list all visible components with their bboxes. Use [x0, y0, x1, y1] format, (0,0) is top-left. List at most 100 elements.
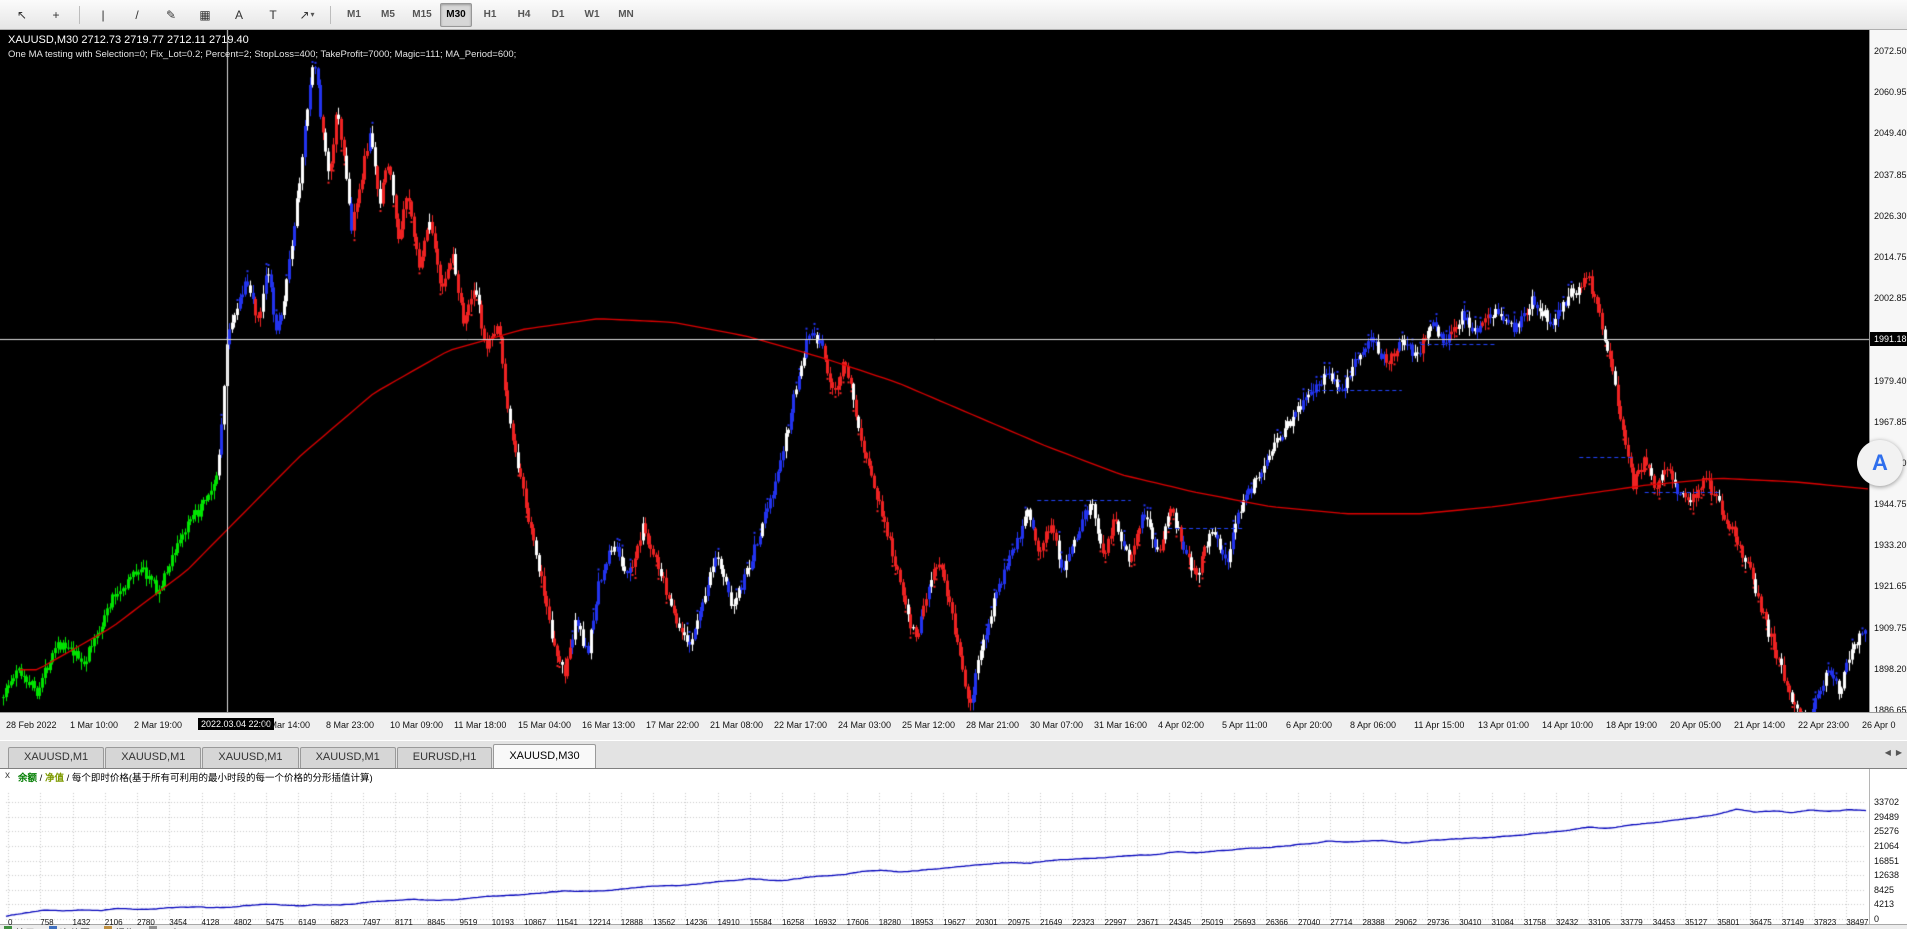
cursor-tool-button[interactable]: ↖ — [6, 3, 38, 27]
tester-y-axis-label: 8425 — [1874, 884, 1895, 895]
time-axis-label: 4 Apr 02:00 — [1158, 720, 1205, 730]
tester-x-axis-label: 16932 — [814, 918, 837, 927]
tester-x-axis-label: 0 — [8, 918, 13, 927]
crosshair-tool-button[interactable]: + — [40, 3, 72, 27]
equity-curve-canvas — [0, 783, 1869, 923]
text-tool-button[interactable]: A — [223, 3, 255, 27]
timeframe-d1-button[interactable]: D1 — [542, 3, 574, 27]
price-axis-label: 2014.75 — [1874, 251, 1907, 262]
time-axis-label: 7 Mar 14:00 — [262, 720, 311, 730]
chart-tab-xauusdm1[interactable]: XAUUSD,M1 — [105, 747, 202, 768]
timeframe-m5-button[interactable]: M5 — [372, 3, 404, 27]
tester-x-axis-label: 36475 — [1749, 918, 1772, 927]
tester-x-axis-label: 27714 — [1330, 918, 1353, 927]
tab-scroll-arrows: ◀ ▶ — [1885, 748, 1902, 757]
time-axis-label: 5 Apr 11:00 — [1222, 720, 1268, 730]
tester-x-axis-label: 25693 — [1233, 918, 1256, 927]
tester-x-axis-label: 8845 — [427, 918, 446, 927]
fibonacci-grid-tool-button[interactable]: ▦ — [189, 3, 221, 27]
tester-x-axis-label: 20301 — [975, 918, 998, 927]
tester-x-axis-label: 6823 — [330, 918, 349, 927]
price-axis-label: 1921.65 — [1874, 581, 1907, 592]
tester-x-axis-label: 26366 — [1265, 918, 1288, 927]
shapes-icon: ↗ — [299, 7, 310, 22]
time-axis-label: 28 Feb 2022 — [6, 720, 57, 730]
shapes-tool-button[interactable]: ↗ ▾ — [291, 3, 323, 27]
tester-y-axis-label: 33702 — [1874, 797, 1900, 807]
tester-x-axis-label: 31758 — [1523, 918, 1546, 927]
draw-icon: ✎ — [165, 7, 177, 22]
time-axis: 28 Feb 2022 1 Mar 10:00 2 Mar 19:00 2022.03… — [0, 712, 1907, 740]
chart-tab-xauusdm1[interactable]: XAUUSD,M1 — [8, 747, 105, 768]
chart-tab-xauusdm30[interactable]: XAUUSD,M30 — [493, 744, 596, 768]
tester-x-axis-label: 37149 — [1781, 918, 1804, 927]
trendline-tool-button[interactable]: / — [121, 3, 153, 27]
chart-tab-xauusdm1[interactable]: XAUUSD,M1 — [202, 747, 299, 768]
time-axis-label: 8 Mar 23:00 — [326, 720, 375, 730]
timeframe-mn-button[interactable]: MN — [610, 3, 642, 27]
price-axis-label: 2060.95 — [1874, 87, 1907, 98]
chart-tab-xauusdm1[interactable]: XAUUSD,M1 — [299, 747, 396, 768]
timeframe-h1-button[interactable]: H1 — [474, 3, 506, 27]
candlestick-chart-canvas[interactable] — [0, 30, 1869, 712]
time-axis-label: 22 Apr 23:00 — [1798, 720, 1850, 730]
tester-y-axis-label: 0 — [1874, 914, 1880, 924]
tester-x-axis-label: 6149 — [298, 918, 317, 927]
time-axis-label: 17 Mar 22:00 — [646, 720, 700, 730]
time-axis-label: 1 Mar 10:00 — [70, 720, 119, 730]
price-axis-label: 2002.85 — [1874, 293, 1907, 304]
tester-x-axis-label: 3454 — [169, 918, 188, 927]
chart-tabbar: XAUUSD,M1 XAUUSD,M1 XAUUSD,M1 XAUUSD,M1 EURU… — [0, 740, 1907, 768]
crosshair-price-label: 1991.18 — [1870, 332, 1907, 347]
tab-scroll-right-icon[interactable]: ▶ — [1896, 748, 1902, 757]
vertical-line-tool-button[interactable]: | — [87, 3, 119, 27]
trendline-icon: / — [135, 7, 139, 22]
tester-x-axis-label: 32432 — [1556, 918, 1579, 927]
timeframe-h4-button[interactable]: H4 — [508, 3, 540, 27]
cursor-icon: ↖ — [16, 7, 28, 22]
tester-x-axis-label: 33105 — [1588, 918, 1611, 927]
tester-x-axis-label: 31084 — [1491, 918, 1514, 927]
tester-x-axis-label: 9519 — [459, 918, 478, 927]
tester-x-axis-label: 30410 — [1459, 918, 1482, 927]
time-axis-label: 25 Mar 12:00 — [902, 720, 956, 730]
timeframe-m15-button[interactable]: M15 — [406, 3, 438, 27]
price-axis-label: 2026.30 — [1874, 210, 1907, 221]
tester-x-axis-label: 34453 — [1652, 918, 1675, 927]
time-axis-label: 18 Apr 19:00 — [1606, 720, 1658, 730]
time-axis-label: 16 Mar 13:00 — [582, 720, 636, 730]
text-label-tool-button[interactable]: T — [257, 3, 289, 27]
tester-y-axis-label: 25276 — [1874, 826, 1900, 837]
tester-y-axis-label: 16851 — [1874, 855, 1900, 866]
time-axis-label: 22 Mar 17:00 — [774, 720, 828, 730]
tester-y-axis-label: 29489 — [1874, 811, 1900, 822]
tester-y-axis-label: 21064 — [1874, 840, 1900, 851]
time-axis-label: 28 Mar 21:00 — [966, 720, 1020, 730]
toolbar-separator — [79, 5, 80, 24]
price-axis-label: 1967.85 — [1874, 416, 1907, 427]
timeframe-w1-button[interactable]: W1 — [576, 3, 608, 27]
tester-x-axis-label: 22997 — [1104, 918, 1127, 927]
price-axis-label: 1933.20 — [1874, 540, 1907, 551]
tester-x-axis-label: 21649 — [1040, 918, 1063, 927]
main-chart-area[interactable]: XAUUSD,M30 2712.73 2719.77 2712.11 2719.… — [0, 30, 1869, 712]
tab-scroll-left-icon[interactable]: ◀ — [1885, 748, 1891, 757]
tester-x-axis-label: 24345 — [1169, 918, 1192, 927]
floating-assistant-button[interactable]: A — [1857, 440, 1903, 486]
tester-close-button[interactable]: x — [5, 770, 10, 781]
tester-x-axis-label: 29736 — [1427, 918, 1450, 927]
tester-x-axis-label: 38497 — [1846, 918, 1869, 927]
tester-tab-label: 结果 — [15, 925, 35, 929]
toolbar: ↖ + | / ✎ ▦ A T ↗ ▾ M1 M5 M15 M30 H1 H4 D1 W1 MN — [0, 0, 1907, 30]
timeframe-m1-button[interactable]: M1 — [338, 3, 370, 27]
tester-x-axis-label: 20975 — [1007, 918, 1030, 927]
tester-x-axis-label: 5475 — [266, 918, 284, 927]
draw-tool-button[interactable]: ✎ — [155, 3, 187, 27]
text-icon: A — [234, 7, 243, 22]
chart-tab-eurusdh1[interactable]: EURUSD,H1 — [396, 747, 493, 768]
tester-x-axis-label: 18953 — [911, 918, 934, 927]
vertical-line-icon: | — [101, 7, 105, 22]
crosshair-icon: + — [52, 7, 60, 22]
timeframe-m30-button[interactable]: M30 — [440, 2, 472, 27]
price-axis: 2072.50 2060.95 2049.40 2037.85 2026.30 2014.… — [1869, 30, 1907, 715]
